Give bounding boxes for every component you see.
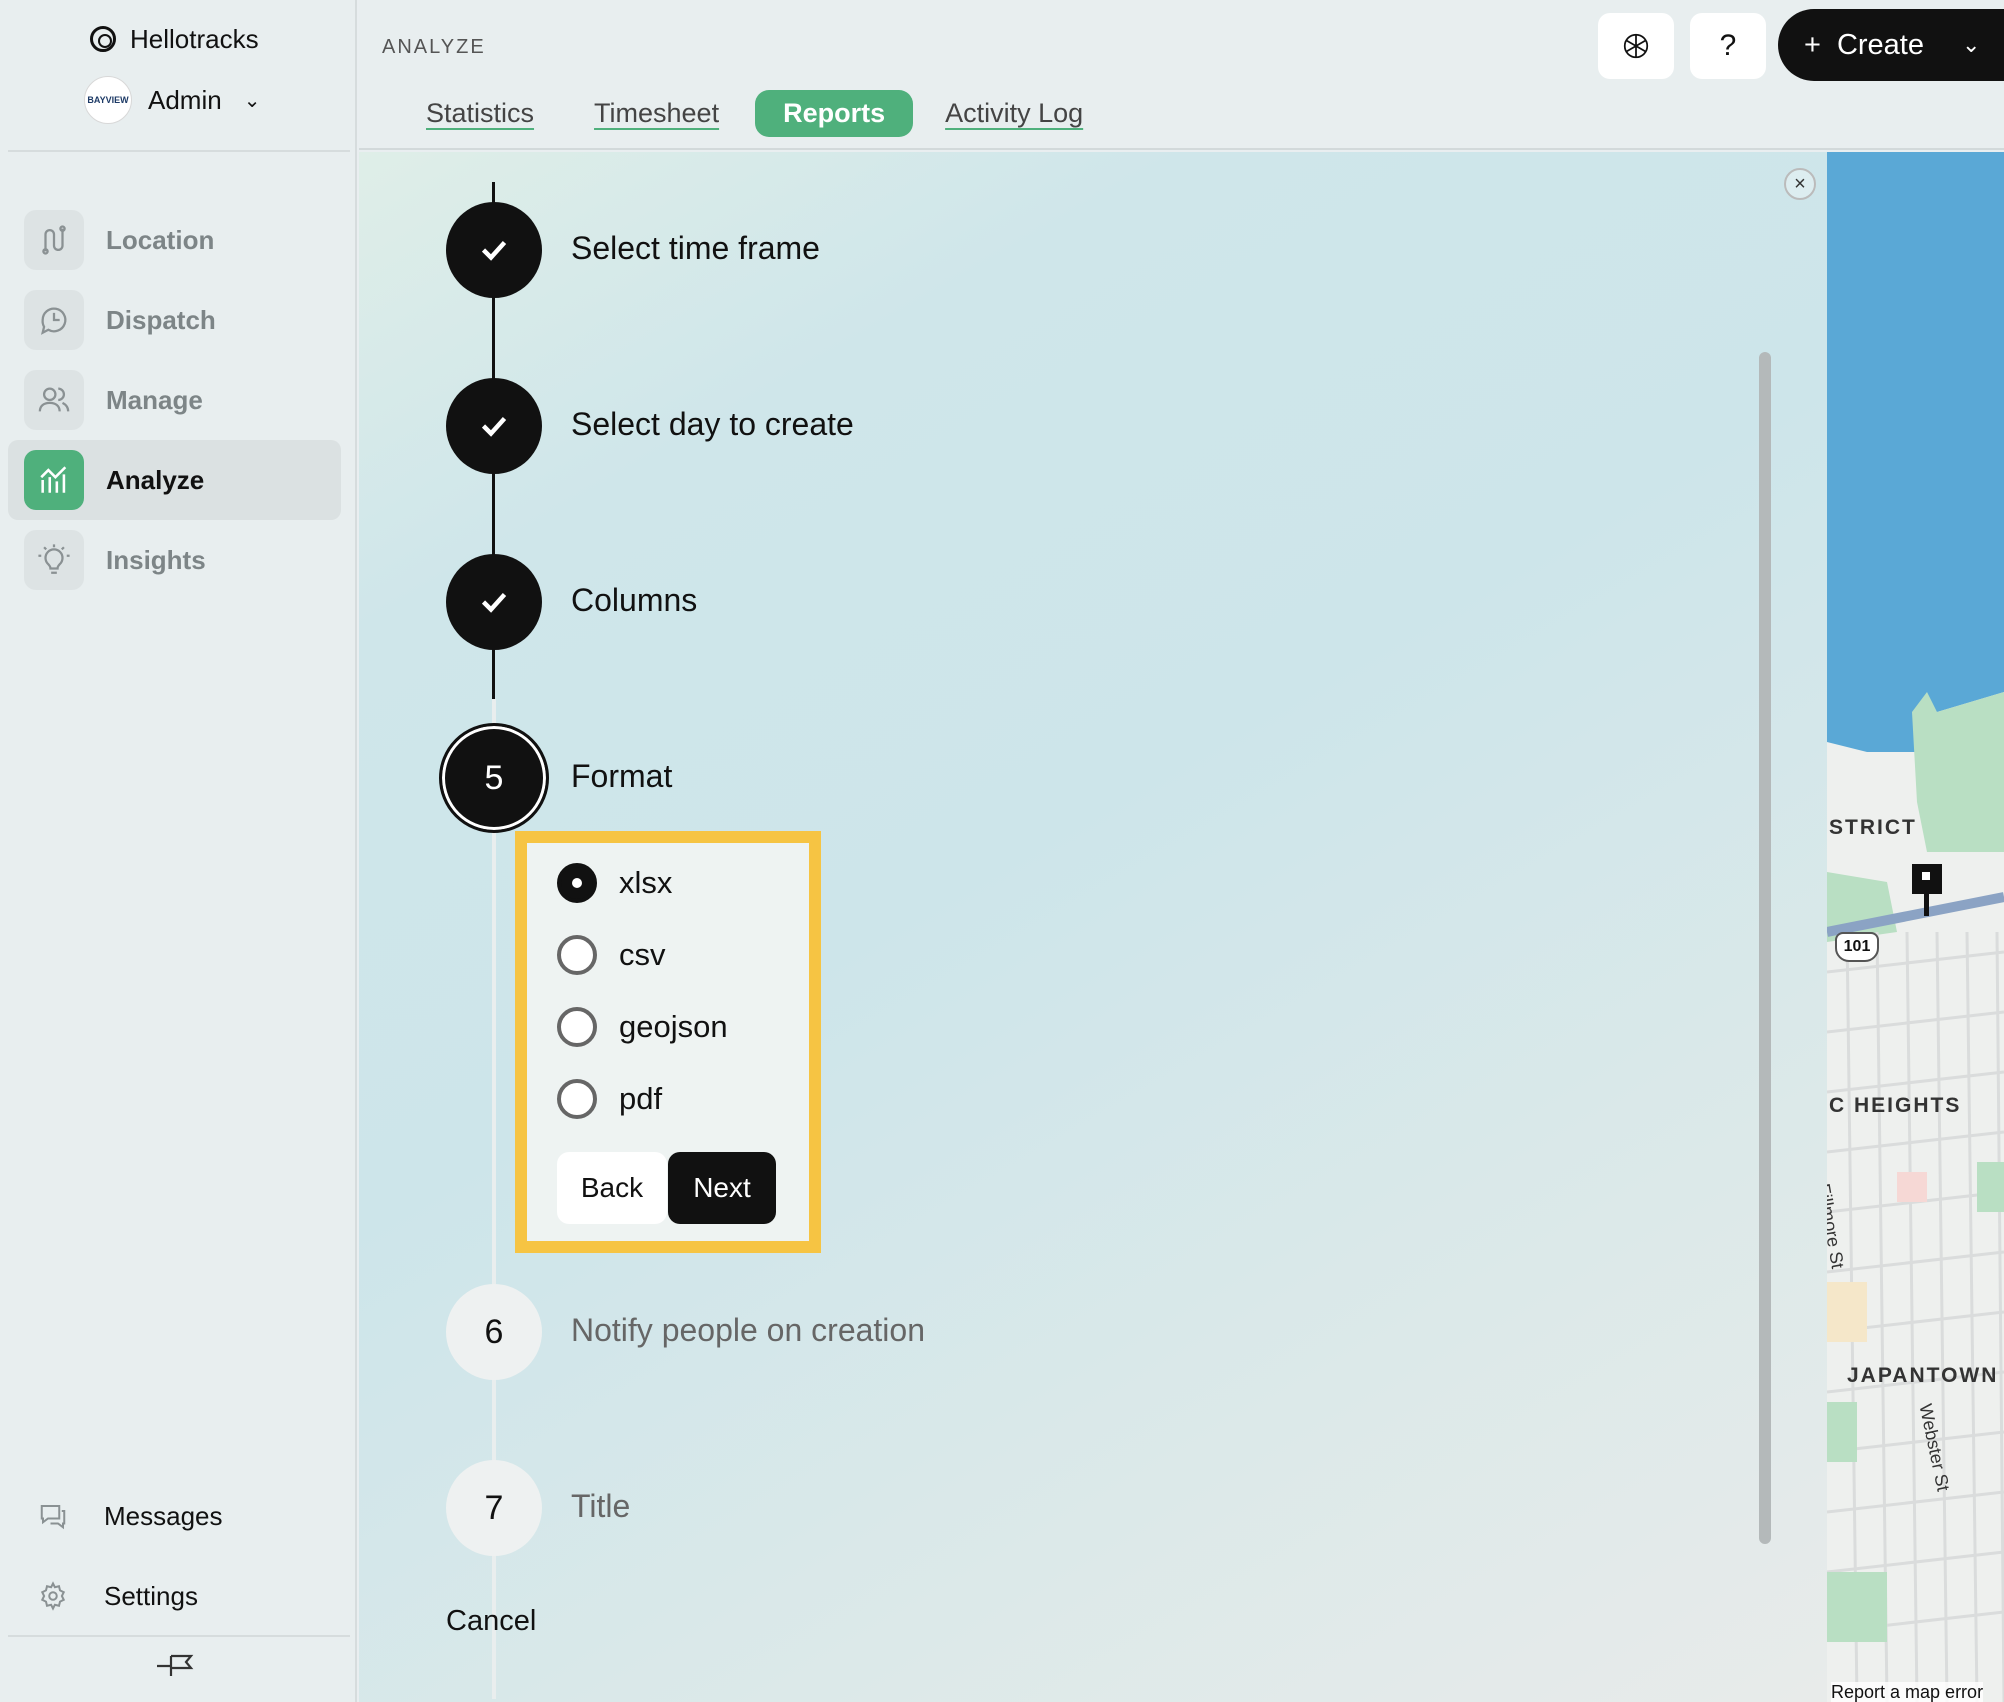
- next-button[interactable]: Next: [668, 1152, 776, 1224]
- account-switcher[interactable]: BAYVIEW Admin ⌄: [84, 76, 260, 124]
- map-view[interactable]: 101 STRICT C HEIGHTS JAPANTOWN Fillmore …: [1827, 152, 2004, 1702]
- cancel-button[interactable]: Cancel: [446, 1605, 536, 1638]
- option-label: xlsx: [619, 865, 673, 900]
- brand[interactable]: Hellotracks: [90, 22, 259, 56]
- gear-icon: [40, 1581, 66, 1611]
- sidebar-divider: [8, 150, 350, 152]
- highway-shield: 101: [1835, 932, 1879, 962]
- sidebar-item-location[interactable]: Location: [8, 200, 341, 280]
- create-label: Create: [1836, 28, 1924, 61]
- sidebar-item-label: Location: [106, 224, 215, 255]
- report-wizard-panel: × Select time frame Select day to create…: [359, 152, 1827, 1702]
- sidebar-footer-divider: [8, 1635, 350, 1637]
- map-district-label: STRICT: [1829, 816, 1917, 839]
- analyze-tabs: Statistics Timesheet Reports Activity Lo…: [426, 90, 1115, 137]
- format-option-csv[interactable]: csv: [557, 935, 666, 975]
- chart-icon: [24, 450, 84, 510]
- section-label: ANALYZE: [382, 36, 486, 58]
- top-header: ANALYZE Statistics Timesheet Reports Act…: [359, 0, 2004, 150]
- step-complete-badge: [446, 202, 542, 298]
- option-label: pdf: [619, 1081, 663, 1116]
- checkmark-icon: [481, 592, 507, 613]
- chevron-down-icon: ⌄: [243, 89, 261, 112]
- step-number-badge: 5: [439, 723, 549, 833]
- sidebar-item-label: Messages: [104, 1500, 223, 1531]
- sidebar-item-label: Settings: [104, 1580, 198, 1611]
- step-title: Format: [571, 758, 673, 794]
- tab-activity-log[interactable]: Activity Log: [917, 90, 1111, 137]
- lightbulb-icon: [24, 530, 84, 590]
- route-icon: [24, 210, 84, 270]
- format-option-xlsx[interactable]: xlsx: [557, 863, 672, 903]
- radio-unselected[interactable]: [557, 1007, 597, 1047]
- create-button[interactable]: + Create ⌄: [1778, 9, 2004, 81]
- close-panel-button[interactable]: ×: [1784, 168, 1816, 200]
- format-option-geojson[interactable]: geojson: [557, 1007, 728, 1047]
- step-number-badge: 7: [446, 1460, 542, 1556]
- ai-assistant-button[interactable]: [1598, 13, 1674, 79]
- scrollbar[interactable]: [1759, 352, 1771, 1544]
- clock-bubble-icon: [24, 290, 84, 350]
- avatar: BAYVIEW: [84, 76, 132, 124]
- radio-selected[interactable]: [557, 863, 597, 903]
- report-map-error-link[interactable]: Report a map error: [1831, 1682, 1984, 1702]
- help-button[interactable]: ?: [1690, 13, 1766, 79]
- sidebar-item-analyze[interactable]: Analyze: [8, 440, 341, 520]
- hellotracks-logo-icon: [90, 26, 116, 52]
- step-title: Notify people on creation: [571, 1312, 925, 1348]
- step-complete-badge: [446, 378, 542, 474]
- sidebar-item-label: Dispatch: [106, 304, 216, 335]
- format-option-pdf[interactable]: pdf: [557, 1079, 662, 1119]
- back-button[interactable]: Back: [557, 1152, 667, 1224]
- radio-unselected[interactable]: [557, 1079, 597, 1119]
- plus-icon: +: [1804, 28, 1821, 61]
- sidebar-item-dispatch[interactable]: Dispatch: [8, 280, 341, 360]
- map-district-label: C HEIGHTS: [1829, 1094, 1962, 1117]
- step-title[interactable]: Select time frame: [571, 230, 820, 267]
- map-tiles: [1827, 152, 2004, 1702]
- option-label: geojson: [619, 1009, 728, 1044]
- tab-timesheet[interactable]: Timesheet: [566, 90, 747, 137]
- sidebar-item-settings[interactable]: Settings: [38, 1576, 198, 1616]
- users-icon: [24, 370, 84, 430]
- openai-icon: [1623, 33, 1649, 59]
- sidebar-item-messages[interactable]: Messages: [38, 1496, 223, 1536]
- sidebar-item-insights[interactable]: Insights: [8, 520, 341, 600]
- checkmark-icon: [481, 240, 507, 261]
- step-title[interactable]: Select day to create: [571, 406, 854, 443]
- sidebar: Hellotracks BAYVIEW Admin ⌄ Location Dis…: [0, 0, 357, 1702]
- sidebar-item-label: Insights: [106, 544, 206, 575]
- account-role: Admin: [148, 84, 222, 115]
- chevron-down-icon[interactable]: ⌄: [1962, 32, 1980, 58]
- map-district-label: JAPANTOWN: [1847, 1364, 1999, 1387]
- tab-statistics[interactable]: Statistics: [426, 90, 562, 137]
- radio-unselected[interactable]: [557, 935, 597, 975]
- sidebar-item-label: Manage: [106, 384, 203, 415]
- tab-reports[interactable]: Reports: [755, 90, 914, 137]
- pin-sidebar-icon[interactable]: [155, 1648, 195, 1684]
- sidebar-item-label: Analyze: [106, 464, 205, 495]
- step-title: Title: [571, 1488, 631, 1524]
- app-name: Hellotracks: [130, 23, 259, 54]
- sidebar-item-manage[interactable]: Manage: [8, 360, 341, 440]
- step-title[interactable]: Columns: [571, 582, 697, 619]
- step-number-badge: 6: [446, 1284, 542, 1380]
- chat-icon: [40, 1505, 66, 1530]
- checkmark-icon: [481, 416, 507, 437]
- format-options-card: xlsx csv geojson pdf Back Next: [515, 831, 821, 1253]
- option-label: csv: [619, 937, 666, 972]
- step-complete-badge: [446, 554, 542, 650]
